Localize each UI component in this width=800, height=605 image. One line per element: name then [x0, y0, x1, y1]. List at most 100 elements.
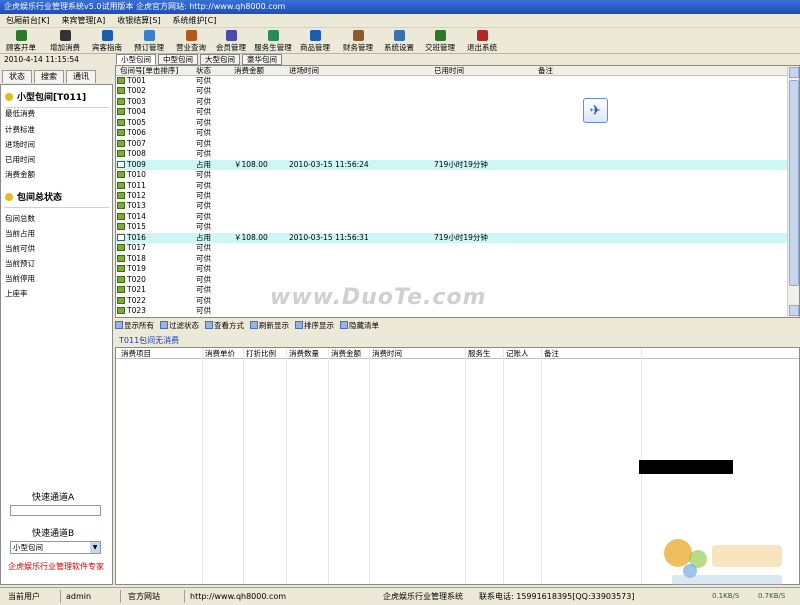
room-icon: [117, 87, 125, 95]
net-up-speed: 0.7KB/S: [758, 592, 786, 600]
toolbar-button-9[interactable]: 系统设置: [382, 28, 416, 54]
toolbar-button-8[interactable]: 财务管理: [341, 28, 375, 54]
quick-channel-b-select[interactable]: 小型包间 ▼: [10, 541, 101, 554]
col-detail-amount[interactable]: 消费金额: [331, 348, 361, 359]
menu-front-desk[interactable]: 包厢前台[K]: [0, 14, 56, 28]
table-row[interactable]: T008 可供: [116, 149, 788, 159]
room-id-cell: T022: [117, 296, 146, 306]
toolbar-button-3[interactable]: 预订管理: [133, 28, 165, 54]
table-row[interactable]: T004 可供: [116, 107, 788, 117]
menu-guest[interactable]: 来宾管理[A]: [56, 14, 112, 28]
table-row[interactable]: T010 可供: [116, 170, 788, 180]
col-time[interactable]: 消费时间: [372, 348, 402, 359]
sort-button[interactable]: 排序显示: [295, 319, 334, 332]
col-room-id[interactable]: 包间号[单击排序]: [120, 66, 178, 76]
col-used-time[interactable]: 已用时间: [434, 66, 464, 76]
room-icon: [117, 286, 125, 294]
filter-status-button[interactable]: 过滤状态: [160, 319, 199, 332]
room-id-cell: T008: [117, 149, 146, 159]
amount-cell: ￥108.00: [234, 232, 268, 242]
room-id-cell: T006: [117, 128, 146, 138]
toolbar-button-10[interactable]: 交班管理: [423, 28, 457, 54]
toolbar-button-4[interactable]: 营业查询: [174, 28, 208, 54]
toolbar-button-7[interactable]: 商品管理: [298, 28, 332, 54]
tab-medium-room[interactable]: 中型包间: [158, 54, 198, 65]
grid-line: [503, 348, 504, 584]
grid-line: [369, 348, 370, 584]
table-row[interactable]: T001 可供: [116, 76, 788, 86]
status-cell: 可供: [196, 211, 211, 221]
show-all-button[interactable]: 显示所有: [115, 319, 154, 332]
col-waiter[interactable]: 服务生: [468, 348, 491, 359]
table-row[interactable]: T009 占用 ￥108.00 2010-03-15 11:56:24 719小时19分…: [116, 159, 788, 171]
table-row[interactable]: T013 可供: [116, 201, 788, 211]
swallow-logo-icon[interactable]: ✈: [583, 98, 608, 123]
col-quantity[interactable]: 消费数量: [289, 348, 319, 359]
tab-status[interactable]: 状态: [2, 70, 32, 83]
toolbar-button-1[interactable]: 增加消费: [46, 28, 84, 54]
settings-icon: [393, 30, 405, 41]
scroll-up-icon[interactable]: [789, 67, 799, 78]
col-remark[interactable]: 备注: [538, 66, 553, 76]
menu-checkout[interactable]: 收银结算[S]: [111, 14, 166, 28]
grid-line: [541, 348, 542, 584]
table-row[interactable]: T020 可供: [116, 275, 788, 285]
toolbar-button-label: 宾客指南: [92, 43, 122, 52]
view-mode-button[interactable]: 查看方式: [205, 319, 244, 332]
toolbar-button-5[interactable]: 会员管理: [214, 28, 248, 54]
table-row[interactable]: T012 可供: [116, 191, 788, 201]
toolbar-button-6[interactable]: 服务生管理: [252, 28, 294, 54]
table-row[interactable]: T018 可供: [116, 254, 788, 264]
quick-channel-a-input[interactable]: [10, 505, 101, 516]
table-row[interactable]: T011 可供: [116, 181, 788, 191]
chevron-down-icon[interactable]: ▼: [90, 542, 100, 553]
col-enter-time[interactable]: 进场时间: [289, 66, 319, 76]
table-row[interactable]: T003 可供: [116, 97, 788, 107]
table-row[interactable]: T019 可供: [116, 264, 788, 274]
col-detail-remark[interactable]: 备注: [544, 348, 559, 359]
table-row[interactable]: T016 占用 ￥108.00 2010-03-15 11:56:31 719小时19分…: [116, 232, 788, 244]
status-cell: 可供: [196, 170, 211, 180]
room-icon: [117, 77, 125, 84]
room-icon: [117, 296, 125, 304]
toolbar-button-11[interactable]: 退出系统: [464, 28, 500, 54]
status-user: admin: [66, 592, 92, 601]
tab-small-room[interactable]: 小型包间: [116, 54, 156, 65]
col-item[interactable]: 消费项目: [121, 348, 151, 359]
status-cell: 可供: [196, 305, 211, 315]
status-site-url[interactable]: http://www.qh8000.com: [190, 588, 286, 605]
table-row[interactable]: T014 可供: [116, 212, 788, 222]
grid-line: [328, 348, 329, 584]
watermark: www.DuoTe.com: [270, 285, 487, 310]
col-status[interactable]: 状态: [196, 66, 211, 76]
col-amount[interactable]: 消费金额: [234, 66, 264, 76]
col-bookkeeper[interactable]: 记账人: [506, 348, 529, 359]
enter-time-label: 进场时间: [5, 140, 35, 149]
status-cell: 可供: [196, 128, 211, 138]
table-row[interactable]: T007 可供: [116, 139, 788, 149]
status-cell: 占用: [196, 159, 211, 169]
hide-list-button[interactable]: 隐藏清单: [340, 319, 379, 332]
table-row[interactable]: T015 可供: [116, 222, 788, 232]
tab-search[interactable]: 搜索: [34, 70, 64, 83]
table-row[interactable]: T006 可供: [116, 128, 788, 138]
tab-large-room[interactable]: 大型包间: [200, 54, 240, 65]
show-all-icon: [115, 321, 123, 329]
table-row[interactable]: T002 可供: [116, 86, 788, 96]
table-row[interactable]: T017 可供: [116, 243, 788, 253]
refresh-button[interactable]: 刷新显示: [250, 319, 289, 332]
tab-luxury-room[interactable]: 豪华包间: [242, 54, 282, 65]
tab-comm[interactable]: 通讯: [66, 70, 96, 83]
room-info-title-text: 小型包间[T011]: [17, 93, 87, 103]
col-discount[interactable]: 打折比例: [246, 348, 276, 359]
col-unit-price[interactable]: 消费单价: [205, 348, 235, 359]
toolbar-button-0[interactable]: 顾客开单: [4, 28, 38, 54]
menu-system[interactable]: 系统维护[C]: [167, 14, 223, 28]
table-row[interactable]: T005 可供: [116, 118, 788, 128]
toolbar-button-2[interactable]: 宾客指南: [90, 28, 124, 54]
quick-channel-b-label: 快速通道B: [32, 529, 75, 539]
scroll-down-icon[interactable]: [789, 305, 799, 316]
grid-scrollbar[interactable]: [787, 66, 799, 317]
scroll-thumb[interactable]: [789, 80, 799, 286]
grid-header: 包间号[单击排序] 状态 消费金额 进场时间 已用时间 备注: [116, 66, 788, 76]
